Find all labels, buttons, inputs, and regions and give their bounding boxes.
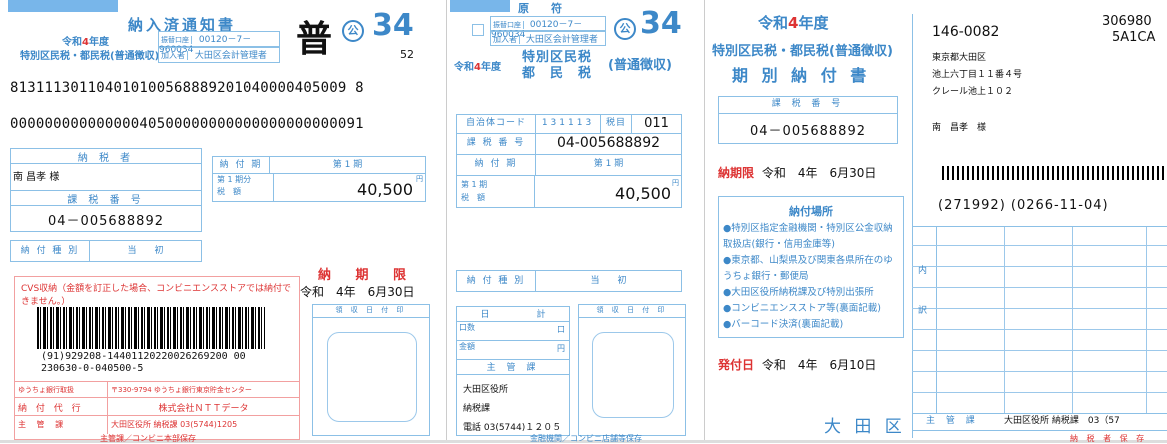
slip3-title: 期 別 納 付 書 [732,66,871,85]
slip3-issue-date: 発付日 令和 4年 6月10日 [718,358,877,372]
slip1-kind: 納 付 種 別 当 初 [10,240,202,262]
slip1-ko-mark: 公 [342,20,364,42]
slip3-city: 大 田 区 [824,417,906,437]
slip3-fiscal-year: 令和4年度 [758,14,829,32]
slip2-tax-code: 011 [644,116,669,131]
slip4-footer: 納 税 者 保 存 [1070,434,1148,443]
place-item: ●コンビニエンスストア等(裏面記載) [723,303,882,314]
slip2-member: 加入者 大田区会計管理者 [490,31,606,46]
slip1-taxpayer-box: 納 税 者 南 昌孝 様 課 税 番 号 04－005688892 [10,148,202,232]
places-title: 納付場所 [789,205,833,218]
slip2-taxno: 04-005688892 [556,135,661,151]
slip3-taxno: 04－005688892 [750,124,866,139]
slip3-deadline: 納期限 令和 4年 6月30日 [718,166,877,180]
slip2-tax3: (普通徴収) [608,58,672,73]
slip1-taxpayer-name: 南 昌孝 様 [11,164,201,191]
place-item: ●大田区役所納税課及び特別出張所 [723,287,874,298]
slip2-footer: 金融機関／コンビニ店舗等保存 [530,434,642,443]
slip1-deadline-label: 納 期 限 [318,268,417,283]
places-list: ●特別区指定金融機関・特別区公金収納取扱店(銀行・信用金庫等) ●東京都、山梨県… [719,219,903,333]
slip3-payment-places: 納付場所 ●特別区指定金融機関・特別区公金収納取扱店(銀行・信用金庫等) ●東京… [718,196,904,338]
barcode-number-1: (91)929208-14401120220026269200 00 [41,351,246,362]
slip1-sub-number: 52 [400,48,414,61]
slip1-amount: 40,500 [357,180,413,199]
ocr-line-2: 0000000000000004050000000000000000000009… [10,116,364,132]
slip1-tax-name: 特別区民税・都民税(普通徴収) [20,51,160,62]
slip4-address: 東京都大田区 池上六丁目１１番４号 クレール池上１０２ [932,53,1023,97]
slip1-footer: 主管課／コンビニ本部保存 [100,434,196,443]
slip2-section: 納税課 [463,404,491,414]
slip1-member: 加入者 大田区会計管理者 [158,47,280,63]
slip2-tally-box: 日 計 口数 口 金額 円 主 管 課 大田区役所 納税課 電話 03(5744… [456,306,570,436]
slip1-deadline: 令和 4年 6月30日 [300,285,415,299]
slip4-numbers: (271992) (0266-11-04) [938,198,1109,213]
slip4-zip: 146-0082 [932,24,1000,40]
cvs-note: CVS収納（金額を訂正した場合、コンビニエンスストアでは納付できません。） [21,284,291,307]
cvs-barcode [37,307,265,349]
slip1-fiscal-year: 令和4年度 [62,37,109,48]
slip4-code2: 5A1CA [1112,30,1156,45]
slip2-receipt-stamp: 領 収 日 付 印 [578,304,686,436]
postal-barcode [942,166,1164,180]
place-item: ●バーコード決済(裏面記載) [723,319,844,330]
barcode-number-2: 230630-0-040500-5 [41,363,144,374]
slip4-dept: 主 管 課 大田区役所 納税課 03（57 [912,412,1167,431]
slip2-muni-code: 131113 [536,115,601,133]
slip2-fiscal-year: 令和4年度 [454,62,501,73]
slip1-taxno: 04－005688892 [48,214,164,229]
slip1-account: 振替口座 00120－7－960034 [158,31,280,55]
slip2-amount: 40,500 [615,184,671,203]
slip3-taxno-box: 課 税 番 号 04－005688892 [718,96,898,144]
cvs-area: CVS収納（金額を訂正した場合、コンビニエンスストアでは納付できません。） (9… [14,276,300,440]
slip2-detail-table: 自治体コード 131113 税目 011 課 税 番 号 04-00568889… [456,114,682,208]
slip1-futsu-mark: 普 [296,19,333,60]
ocr-line-1: 813111301104010100568889201040000405009 … [10,80,364,96]
slip2-period: 第 1 期 [593,159,624,169]
slip1-amount-box: 納 付 期 第 1 期 第 1 期分税 額 40,500 円 [212,156,426,202]
slip1-period: 第 1 期 [332,160,363,170]
slip2-ko-mark: 公 [614,18,636,40]
slip2-corner-mark [472,24,484,36]
slip2-account: 振替口座 00120－7－960034 [490,16,606,40]
slip2-head: 原 符 [518,2,562,15]
slip2-office: 大田区役所 [463,385,509,395]
breakdown-grid: 内 訳 [912,226,1167,414]
slip4-code1: 306980 [1102,14,1152,29]
slip2-tax2: 都 民 税 [522,66,593,81]
place-item: ●特別区指定金融機関・特別区公金収納取扱店(銀行・信用金庫等) [723,223,893,250]
slip1-receipt-stamp: 領 収 日 付 印 [312,304,430,436]
slip1-number: 34 [372,8,414,43]
slip2-number: 34 [640,6,682,41]
slip4-name: 南 昌孝 様 [932,123,987,133]
slip2-kind: 納 付 種 別 当 初 [456,270,682,292]
place-item: ●東京都、山梨県及び関東各県所在のゆうちょ銀行・郵便局 [723,255,893,282]
slip3-tax: 特別区民税・都民税(普通徴収) [712,44,893,59]
